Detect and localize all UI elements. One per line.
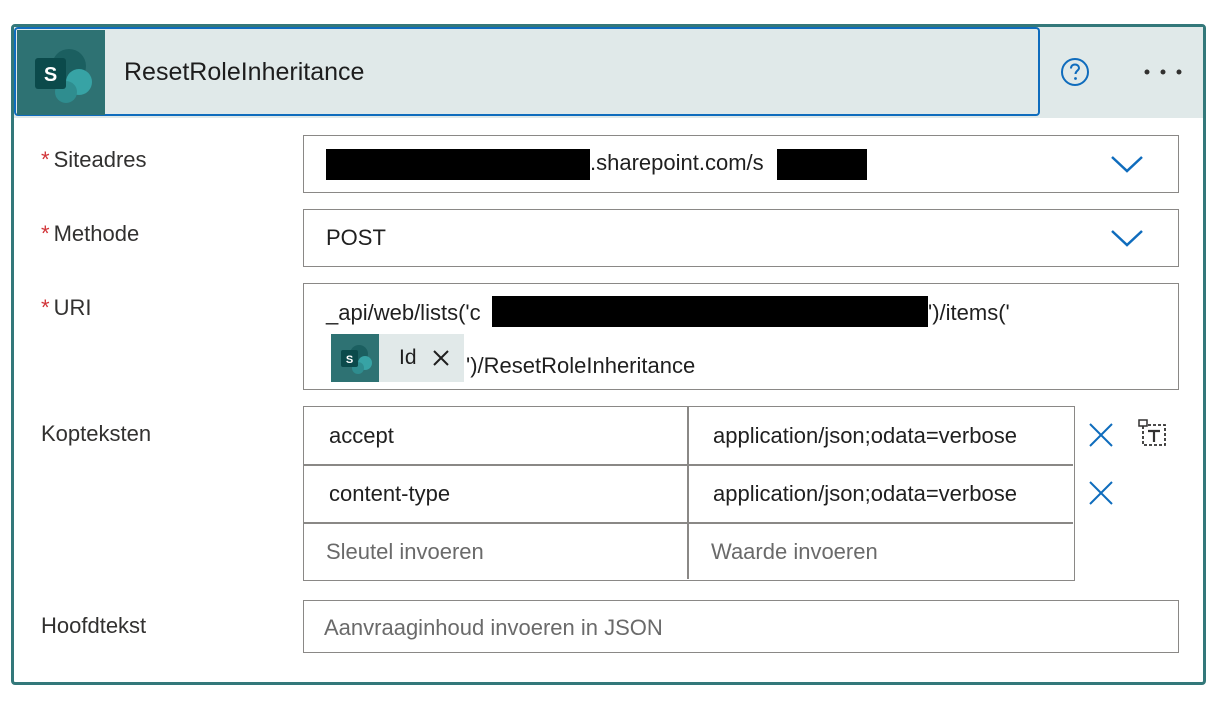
header-value-input[interactable]: Waarde invoeren <box>711 539 878 565</box>
column-divider <box>687 407 689 579</box>
close-icon[interactable] <box>431 348 451 368</box>
header-value-cell[interactable]: application/json;odata=verbose <box>713 481 1017 507</box>
header-value-cell[interactable]: application/json;odata=verbose <box>713 423 1017 449</box>
token-label: Id <box>399 346 417 369</box>
required-marker: * <box>41 221 50 246</box>
ellipsis-icon[interactable] <box>1142 65 1184 79</box>
body-input[interactable]: Aanvraaginhoud invoeren in JSON <box>303 600 1179 653</box>
row-divider <box>304 464 1073 466</box>
help-circle-icon[interactable] <box>1060 57 1090 87</box>
row-divider <box>304 522 1073 524</box>
switch-to-text-mode-icon[interactable] <box>1137 417 1169 449</box>
chevron-down-icon[interactable] <box>1110 154 1144 174</box>
delete-row-icon[interactable] <box>1088 480 1114 506</box>
site-address-label-text: Siteadres <box>53 147 147 172</box>
sharepoint-icon: S <box>331 334 379 382</box>
method-dropdown[interactable]: POST <box>303 209 1179 267</box>
method-label: * Methode <box>41 221 139 247</box>
required-marker: * <box>41 295 50 320</box>
header-key-cell[interactable]: accept <box>329 423 394 449</box>
required-marker: * <box>41 147 50 172</box>
redacted-block <box>492 296 928 327</box>
action-title[interactable]: ResetRoleInheritance <box>124 58 364 87</box>
header-key-cell[interactable]: content-type <box>329 481 450 507</box>
body-placeholder: Aanvraaginhoud invoeren in JSON <box>324 615 663 640</box>
site-address-value: .sharepoint.com/s <box>590 150 764 175</box>
uri-line2-suffix: ')/ResetRoleInheritance <box>466 353 696 378</box>
action-title-box[interactable]: S ResetRoleInheritance <box>14 27 1040 116</box>
dynamic-content-token[interactable]: S Id <box>331 334 464 382</box>
uri-line1-prefix: _api/web/lists('c <box>326 300 481 325</box>
svg-text:S: S <box>44 64 57 86</box>
svg-text:S: S <box>346 354 353 366</box>
headers-table: accept application/json;odata=verbose co… <box>303 406 1075 581</box>
method-label-text: Methode <box>53 221 140 246</box>
site-address-dropdown[interactable]: .sharepoint.com/s <box>303 135 1179 193</box>
action-card: S ResetRoleInheritance * Siteadres .share <box>11 24 1206 685</box>
header-key-input[interactable]: Sleutel invoeren <box>326 539 484 565</box>
method-value: POST <box>326 225 386 250</box>
uri-label-text: URI <box>53 295 92 320</box>
chevron-down-icon[interactable] <box>1110 228 1144 248</box>
uri-line1-suffix: ')/items(' <box>928 300 1010 325</box>
site-address-label: * Siteadres <box>41 147 147 173</box>
redacted-block <box>777 149 867 180</box>
uri-input[interactable]: _api/web/lists('c ')/items(' S Id ')/Res… <box>303 283 1179 390</box>
uri-label: * URI <box>41 295 91 321</box>
action-header: S ResetRoleInheritance <box>14 27 1203 118</box>
body-label: Hoofdtekst <box>41 613 147 638</box>
redacted-block <box>326 149 590 180</box>
headers-label: Kopteksten <box>41 421 152 446</box>
delete-row-icon[interactable] <box>1088 422 1114 448</box>
sharepoint-icon: S <box>17 30 105 115</box>
